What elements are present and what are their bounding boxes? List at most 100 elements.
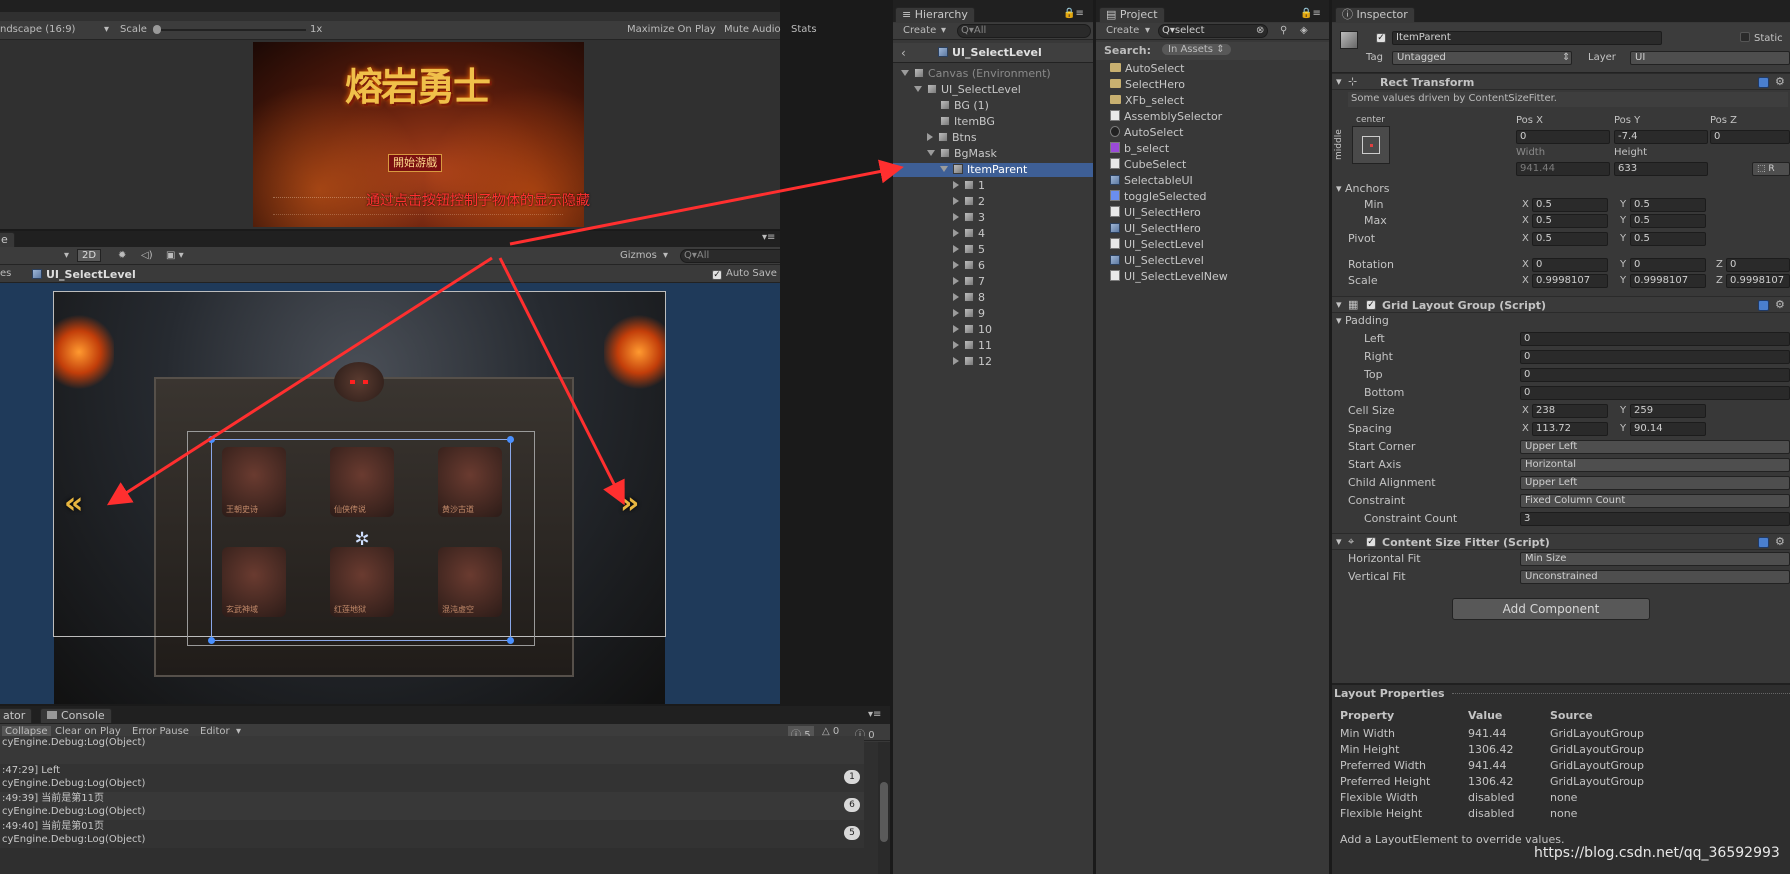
tab-project[interactable]: ▤ Project bbox=[1099, 7, 1165, 22]
rect-handle-bl[interactable] bbox=[208, 637, 215, 644]
level-slot-4[interactable]: 玄武神域 bbox=[222, 547, 286, 617]
effects-icon[interactable]: ▣ ▾ bbox=[166, 250, 184, 261]
scale-slider-thumb[interactable] bbox=[153, 25, 161, 34]
rect-handle-br[interactable] bbox=[507, 637, 514, 644]
log-row[interactable]: :49:39] 当前是第11页 cyEngine.Debug:Log(Object… bbox=[0, 792, 864, 820]
hierarchy-item[interactable]: 6 bbox=[893, 259, 1093, 273]
expand-right-icon[interactable] bbox=[953, 213, 959, 221]
rect-handle-tl[interactable] bbox=[208, 436, 215, 443]
layout-title-grip[interactable] bbox=[1452, 693, 1790, 695]
constraint-dropdown[interactable]: Fixed Column Count bbox=[1520, 494, 1790, 508]
anchor-max-x[interactable]: 0.5 bbox=[1532, 214, 1608, 228]
rect-handle-tr[interactable] bbox=[507, 436, 514, 443]
padding-left-field[interactable]: 0 bbox=[1520, 332, 1790, 346]
breadcrumb-left[interactable]: es bbox=[0, 268, 11, 279]
rotation-x-field[interactable]: 0 bbox=[1532, 258, 1608, 272]
pos-x-field[interactable]: 0 bbox=[1516, 130, 1610, 144]
scale-slider[interactable] bbox=[156, 29, 306, 31]
hierarchy-item[interactable]: 9 bbox=[893, 307, 1093, 321]
prev-page-arrow-icon[interactable]: « bbox=[64, 486, 83, 521]
rotation-y-field[interactable]: 0 bbox=[1630, 258, 1706, 272]
grid-layout-header[interactable]: ▾ ▦ ✓ Grid Layout Group (Script) ⚙ bbox=[1332, 296, 1790, 313]
log-row[interactable]: cyEngine.Debug:Log(Object) bbox=[0, 736, 864, 764]
hierarchy-item[interactable]: Btns bbox=[893, 131, 1093, 145]
shading-mode-dropdown-arrow-icon[interactable]: ▾ bbox=[64, 250, 69, 261]
lighting-icon[interactable]: ✹ bbox=[118, 250, 126, 261]
search-clear-icon[interactable]: ⊗ bbox=[1256, 25, 1264, 36]
log-row[interactable]: :47:29] Left cyEngine.Debug:Log(Object) 1 bbox=[0, 764, 864, 792]
expand-right-icon[interactable] bbox=[953, 181, 959, 189]
project-item[interactable]: XFb_select bbox=[1110, 94, 1184, 108]
level-slot-3[interactable]: 黄沙古道 bbox=[438, 447, 502, 517]
expand-right-icon[interactable] bbox=[927, 133, 933, 141]
expand-down-icon[interactable] bbox=[927, 150, 935, 156]
expand-right-icon[interactable] bbox=[953, 261, 959, 269]
anchor-min-x[interactable]: 0.5 bbox=[1532, 198, 1608, 212]
hierarchy-item[interactable]: 7 bbox=[893, 275, 1093, 289]
hierarchy-item[interactable]: 5 bbox=[893, 243, 1093, 257]
project-item[interactable]: UI_SelectLevelNew bbox=[1110, 270, 1228, 284]
level-slot-1[interactable]: 王朝史诗 bbox=[222, 447, 286, 517]
scale-x-field[interactable]: 0.9998107 bbox=[1532, 274, 1608, 288]
static-toggle[interactable]: Static bbox=[1740, 32, 1783, 44]
mode-2d-button[interactable]: 2D bbox=[77, 249, 101, 262]
help-icon[interactable] bbox=[1758, 537, 1769, 548]
project-item[interactable]: SelectableUI bbox=[1110, 174, 1193, 188]
tab-console[interactable]: Console bbox=[40, 708, 112, 723]
fitter-enabled-checkbox[interactable]: ✓ bbox=[1366, 537, 1376, 547]
add-component-button[interactable]: Add Component bbox=[1452, 598, 1650, 620]
expand-right-icon[interactable] bbox=[953, 197, 959, 205]
scene-search-input[interactable]: Q▾All bbox=[680, 249, 780, 263]
project-item[interactable]: toggleSelected bbox=[1110, 190, 1207, 204]
object-name-field[interactable]: ItemParent bbox=[1392, 31, 1662, 45]
hierarchy-item[interactable]: BG (1) bbox=[893, 99, 1093, 113]
scale-y-field[interactable]: 0.9998107 bbox=[1630, 274, 1706, 288]
expand-right-icon[interactable] bbox=[953, 325, 959, 333]
layer-dropdown[interactable]: UI bbox=[1630, 51, 1790, 65]
project-create-button[interactable]: Create bbox=[1106, 25, 1139, 36]
filter-type-icon[interactable]: ⚲ bbox=[1280, 25, 1287, 36]
pos-z-field[interactable]: 0 bbox=[1710, 130, 1790, 144]
expand-right-icon[interactable] bbox=[953, 245, 959, 253]
hierarchy-item[interactable]: 8 bbox=[893, 291, 1093, 305]
expand-down-icon[interactable] bbox=[901, 70, 909, 76]
hierarchy-item[interactable]: 10 bbox=[893, 323, 1093, 337]
padding-right-field[interactable]: 0 bbox=[1520, 350, 1790, 364]
content-size-fitter-header[interactable]: ▾ ⌖ ✓ Content Size Fitter (Script) ⚙ bbox=[1332, 533, 1790, 550]
settings-gear-icon[interactable]: ⚙ bbox=[1775, 536, 1786, 547]
level-slot-6[interactable]: 混沌虚空 bbox=[438, 547, 502, 617]
start-game-button[interactable]: 開始游戲 bbox=[388, 154, 442, 172]
project-item[interactable]: b_select bbox=[1110, 142, 1169, 156]
project-item[interactable]: UI_SelectLevel bbox=[1110, 254, 1204, 268]
hierarchy-lock-icon[interactable]: 🔒≡ bbox=[1063, 8, 1084, 19]
scale-z-field[interactable]: 0.9998107 bbox=[1726, 274, 1790, 288]
hierarchy-create-button[interactable]: Create bbox=[903, 25, 936, 36]
start-corner-dropdown[interactable]: Upper Left bbox=[1520, 440, 1790, 454]
mute-audio-button[interactable]: Mute Audio bbox=[724, 24, 781, 35]
scene-menu-icon[interactable]: ▾≡ bbox=[762, 232, 775, 243]
rotation-z-field[interactable]: 0 bbox=[1726, 258, 1790, 272]
horizontal-fit-dropdown[interactable]: Min Size bbox=[1520, 552, 1790, 566]
expand-down-icon[interactable] bbox=[940, 166, 948, 172]
anchor-preset-button[interactable] bbox=[1352, 126, 1390, 164]
help-icon[interactable] bbox=[1758, 300, 1769, 311]
anchor-min-y[interactable]: 0.5 bbox=[1630, 198, 1706, 212]
spacing-y-field[interactable]: 90.14 bbox=[1630, 422, 1706, 436]
expand-right-icon[interactable] bbox=[953, 357, 959, 365]
pivot-x-field[interactable]: 0.5 bbox=[1532, 232, 1608, 246]
log-row[interactable]: :49:40] 当前是第01页 cyEngine.Debug:Log(Object… bbox=[0, 820, 864, 848]
scene-gizmos-button[interactable]: Gizmos bbox=[620, 250, 657, 261]
tag-dropdown[interactable]: Untagged bbox=[1392, 51, 1572, 65]
expand-right-icon[interactable] bbox=[953, 277, 959, 285]
project-item[interactable]: AutoSelect bbox=[1110, 62, 1184, 76]
help-icon[interactable] bbox=[1758, 77, 1769, 88]
hierarchy-item[interactable]: 3 bbox=[893, 211, 1093, 225]
settings-gear-icon[interactable]: ⚙ bbox=[1775, 76, 1786, 87]
vertical-fit-dropdown[interactable]: Unconstrained bbox=[1520, 570, 1790, 584]
hierarchy-item[interactable]: BgMask bbox=[893, 147, 1093, 161]
height-field[interactable]: 633 bbox=[1614, 162, 1708, 176]
hierarchy-item[interactable]: ItemBG bbox=[893, 115, 1093, 129]
cell-size-x-field[interactable]: 238 bbox=[1532, 404, 1608, 418]
grid-enabled-checkbox[interactable]: ✓ bbox=[1366, 300, 1376, 310]
rect-transform-header[interactable]: ▾ ⊹ Rect Transform ⚙ bbox=[1332, 73, 1790, 90]
